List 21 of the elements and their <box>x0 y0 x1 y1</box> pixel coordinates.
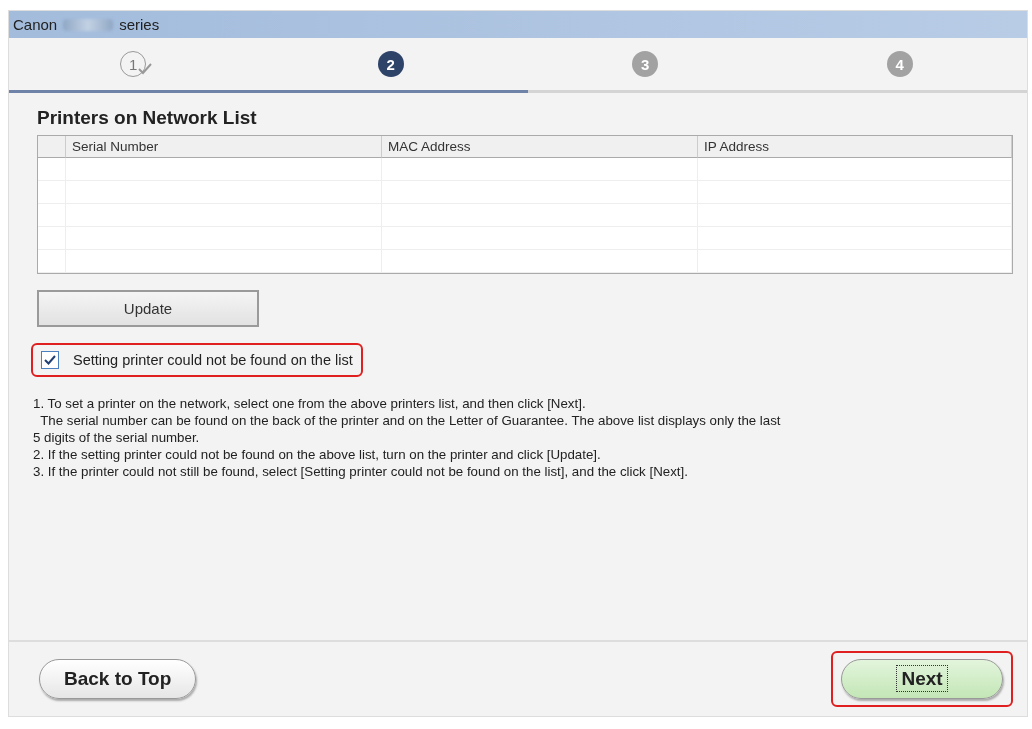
column-header[interactable]: IP Address <box>698 136 1012 158</box>
column-header[interactable]: Serial Number <box>66 136 382 158</box>
instruction-text: 2. If the setting printer could not be found on the above list, turn on the printer and click [Update]. <box>33 446 602 463</box>
column-header[interactable]: MAC Address <box>382 136 698 158</box>
instruction-text: 3. If the printer could not still be found, select [Setting printer could not be found on the list], and the click [Next]. <box>33 463 689 480</box>
checkbox[interactable] <box>41 351 59 369</box>
step-number: 2 <box>377 51 404 77</box>
check-icon <box>138 63 153 75</box>
instruction-text: The serial number can be found on the back of the printer and on the Letter of Guarantee. The above list displays only the last <box>39 412 782 429</box>
step-number: 4 <box>886 51 913 77</box>
instruction-text: 1. To set a printer on the network, select one from the above printers list, and then click [Next]. <box>33 395 587 412</box>
header-cell <box>38 136 66 158</box>
instruction-text: 5 digits of the serial number. <box>33 429 201 446</box>
window-title: series <box>119 16 160 33</box>
step-number: 3 <box>632 51 659 77</box>
section-heading: Printers on Network List <box>37 107 258 129</box>
update-button[interactable]: Update <box>37 290 259 327</box>
window-title: Canon <box>13 16 58 33</box>
back-to-top-button[interactable]: Back to Top <box>39 659 197 699</box>
next-button[interactable]: Next <box>841 659 1003 699</box>
checkbox-label[interactable]: Setting printer could not be found on the list <box>73 352 353 368</box>
